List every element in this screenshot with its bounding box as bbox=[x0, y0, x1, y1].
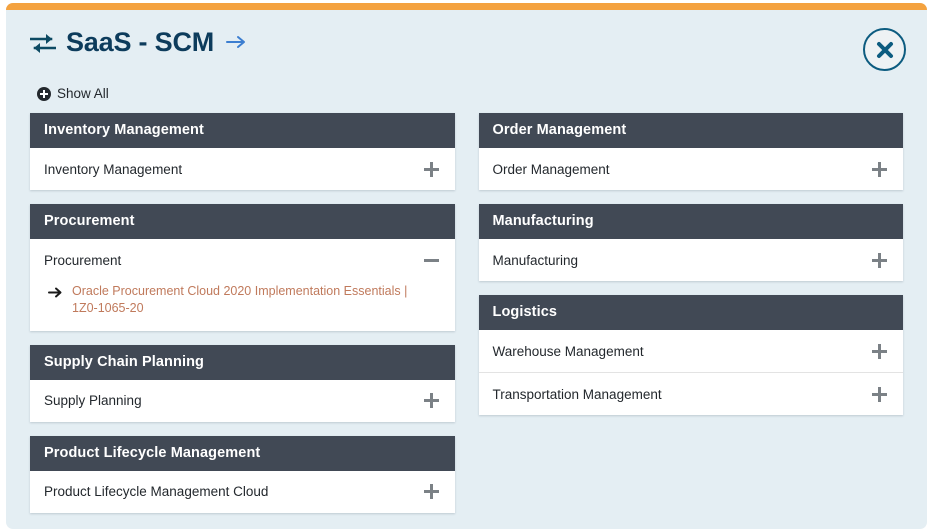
panel-body: Product Lifecycle Management Cloud bbox=[30, 470, 455, 513]
panel: Manufacturing Manufacturing bbox=[478, 204, 904, 281]
panel: Procurement Procurement Oracle Procurement… bbox=[30, 204, 455, 331]
panel-header: Supply Chain Planning bbox=[30, 344, 455, 380]
expand-plus-icon[interactable] bbox=[423, 393, 439, 409]
panel-row-label: Warehouse Management bbox=[492, 343, 644, 359]
panel-body: Procurement Oracle Procurement Cloud 2020… bbox=[30, 239, 455, 331]
panel-column: Order Management Order Management Manufact… bbox=[478, 113, 904, 429]
show-all-button[interactable]: Show All bbox=[37, 86, 109, 101]
panel-columns: Inventory Management Inventory Management… bbox=[6, 113, 927, 527]
expand-plus-icon[interactable] bbox=[872, 252, 887, 268]
panel-body: Inventory Management bbox=[30, 148, 455, 190]
panel-row[interactable]: Manufacturing bbox=[479, 239, 904, 281]
expand-plus-icon[interactable] bbox=[423, 161, 439, 177]
sub-item-list: Oracle Procurement Cloud 2020 Implementa… bbox=[30, 281, 455, 331]
panel-header: Inventory Management bbox=[30, 113, 455, 148]
panel-row-label: Manufacturing bbox=[492, 252, 579, 268]
panel: Order Management Order Management bbox=[478, 113, 904, 190]
title-row: SaaS - SCM bbox=[29, 27, 247, 57]
panel-header: Manufacturing bbox=[478, 204, 903, 239]
exchange-arrows-icon bbox=[29, 31, 57, 55]
panel-header: Product Lifecycle Management bbox=[30, 435, 455, 471]
panel-row-label: Transportation Management bbox=[492, 386, 662, 402]
panel-column: Inventory Management Inventory Management… bbox=[30, 113, 455, 527]
panel-body: Supply Planning bbox=[30, 379, 455, 422]
panel: Logistics Warehouse Management Transportat… bbox=[478, 295, 904, 415]
panel-row[interactable]: Order Management bbox=[479, 148, 904, 190]
certification-link[interactable]: Oracle Procurement Cloud 2020 Implementa… bbox=[72, 283, 412, 317]
panel-row[interactable]: Procurement bbox=[30, 239, 455, 281]
panel-row-label: Supply Planning bbox=[44, 393, 142, 409]
plus-circle-icon bbox=[37, 86, 51, 101]
panel-header: Order Management bbox=[478, 113, 903, 148]
panel: Supply Chain Planning Supply Planning bbox=[30, 344, 455, 422]
panel-header: Logistics bbox=[478, 295, 903, 330]
sub-item[interactable]: Oracle Procurement Cloud 2020 Implementa… bbox=[48, 283, 439, 317]
dialog-card: SaaS - SCM Show All Inventory Management… bbox=[6, 3, 927, 529]
collapse-minus-icon[interactable] bbox=[423, 253, 439, 268]
dialog-header: SaaS - SCM Show All bbox=[6, 10, 927, 105]
panel-body: Manufacturing bbox=[478, 239, 904, 281]
close-button[interactable] bbox=[863, 28, 906, 71]
expand-plus-icon[interactable] bbox=[872, 386, 887, 402]
panel-header: Procurement bbox=[30, 204, 455, 239]
panel-row-label: Procurement bbox=[44, 252, 122, 268]
panel-row-label: Product Lifecycle Management Cloud bbox=[44, 484, 269, 500]
accent-bar bbox=[6, 3, 927, 10]
arrow-right-icon[interactable] bbox=[225, 33, 247, 51]
panel: Product Lifecycle Management Product Life… bbox=[30, 435, 455, 513]
expand-plus-icon[interactable] bbox=[872, 161, 887, 177]
panel-row[interactable]: Inventory Management bbox=[30, 148, 455, 190]
panel-row[interactable]: Transportation Management bbox=[478, 372, 903, 415]
show-all-label: Show All bbox=[57, 86, 109, 101]
panel-body: Warehouse Management Transportation Manag… bbox=[478, 330, 904, 415]
panel-row[interactable]: Warehouse Management bbox=[479, 330, 904, 372]
expand-plus-icon[interactable] bbox=[872, 343, 887, 359]
panel: Inventory Management Inventory Management bbox=[30, 113, 455, 190]
page-title: SaaS - SCM bbox=[66, 27, 215, 57]
close-icon bbox=[875, 40, 895, 60]
arrow-right-icon bbox=[48, 285, 63, 300]
panel-row[interactable]: Supply Planning bbox=[30, 380, 455, 422]
panel-row-label: Inventory Management bbox=[44, 161, 183, 177]
panel-body: Order Management bbox=[478, 148, 904, 190]
expand-plus-icon[interactable] bbox=[423, 484, 439, 500]
panel-row[interactable]: Product Lifecycle Management Cloud bbox=[30, 471, 455, 513]
panel-row-label: Order Management bbox=[492, 161, 610, 177]
